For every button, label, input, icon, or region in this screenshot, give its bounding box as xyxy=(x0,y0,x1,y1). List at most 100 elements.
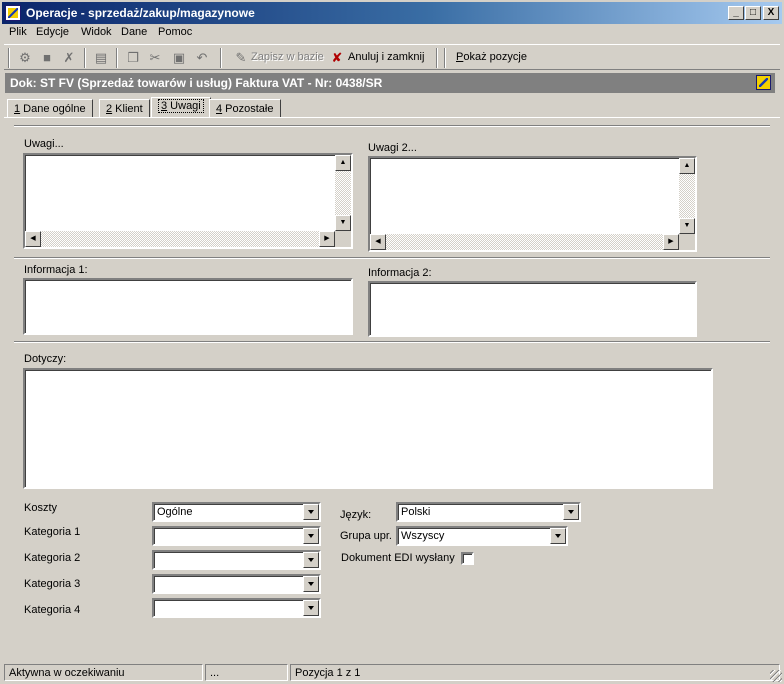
tab-dane-ogolne[interactable]: 1 Dane ogólne xyxy=(7,99,93,118)
divider xyxy=(14,125,770,127)
tab-label: Uwagi xyxy=(167,100,201,112)
dropdown-arrow-icon[interactable] xyxy=(303,528,319,544)
tab-uwagi[interactable]: 3 Uwagi xyxy=(151,97,211,118)
kategoria1-label: Kategoria 1 xyxy=(24,526,81,538)
menu-edycje[interactable]: Edycje xyxy=(36,26,69,38)
toolbar: ⚙ ■ ✗ ▤ ❐ ✂ ▣ ↶ ✎ Zapisz w bazie ✘ Anulu… xyxy=(4,44,780,70)
properties-icon[interactable]: ▤ xyxy=(92,49,110,67)
menu-dane[interactable]: Dane xyxy=(121,26,147,38)
tab-border xyxy=(4,117,780,118)
delete-icon[interactable]: ✗ xyxy=(60,49,78,67)
status-middle: ... xyxy=(205,664,288,681)
menu-pomoc[interactable]: Pomoc xyxy=(158,26,192,38)
scroll-down-icon[interactable]: ▼ xyxy=(679,218,695,234)
toolbar-separator xyxy=(84,48,86,68)
scroll-right-icon[interactable]: ▶ xyxy=(663,234,679,250)
info1-textarea[interactable] xyxy=(23,278,353,335)
info2-textarea[interactable] xyxy=(368,281,697,337)
tab-pozostale[interactable]: 4 Pozostałe xyxy=(209,99,281,118)
tab-klient[interactable]: 2 Klient xyxy=(99,99,150,118)
info2-label: Informacja 2: xyxy=(368,267,432,279)
scroll-up-icon[interactable]: ▲ xyxy=(335,155,351,171)
paste-icon[interactable]: ▣ xyxy=(170,49,188,67)
uwagi-textarea[interactable]: ▲ ▼ ◀ ▶ xyxy=(23,153,353,249)
scroll-left-icon[interactable]: ◀ xyxy=(25,231,41,247)
scroll-left-icon[interactable]: ◀ xyxy=(370,234,386,250)
cut-icon[interactable]: ✂ xyxy=(146,49,164,67)
minimize-button[interactable]: _ xyxy=(728,6,744,20)
toolbar-separator xyxy=(436,48,438,68)
resize-grip-icon[interactable] xyxy=(770,670,782,682)
divider xyxy=(14,341,770,343)
app-icon[interactable] xyxy=(5,5,21,21)
scroll-down-icon[interactable]: ▼ xyxy=(335,215,351,231)
document-header-text: Dok: ST FV (Sprzedaż towarów i usług) Fa… xyxy=(10,76,383,90)
dropdown-arrow-icon[interactable] xyxy=(550,528,566,544)
kategoria2-select[interactable] xyxy=(152,550,321,570)
toolbar-separator xyxy=(220,48,222,68)
grupa-value: Wszyscy xyxy=(401,530,445,542)
koszty-label: Koszty xyxy=(24,502,58,514)
uwagi2-textarea[interactable]: ▲ ▼ ◀ ▶ xyxy=(368,156,697,252)
divider xyxy=(14,257,770,259)
kategoria4-label: Kategoria 4 xyxy=(24,604,81,616)
scroll-up-icon[interactable]: ▲ xyxy=(679,158,695,174)
menu-plik[interactable]: Plik xyxy=(9,26,27,38)
toolbar-separator xyxy=(444,48,446,68)
scroll-corner xyxy=(335,231,351,247)
show-items-button[interactable]: Pokaż pozycje xyxy=(456,51,527,63)
dropdown-arrow-icon[interactable] xyxy=(303,576,319,592)
jezyk-select[interactable]: Polski xyxy=(396,502,581,522)
pen-icon: ✎ xyxy=(235,50,247,65)
koszty-select[interactable]: Ogólne xyxy=(152,502,321,522)
toolbar-separator xyxy=(8,48,10,68)
menu-widok[interactable]: Widok xyxy=(81,26,112,38)
vertical-scrollbar[interactable]: ▲ ▼ xyxy=(679,158,695,234)
tab-label: Klient xyxy=(112,103,143,115)
title-bar[interactable]: Operacje - sprzedaż/zakup/magazynowe _ □… xyxy=(2,2,782,24)
save-icon[interactable]: ■ xyxy=(38,49,56,67)
uwagi-label: Uwagi... xyxy=(24,138,64,150)
tab-label: Dane ogólne xyxy=(20,103,86,115)
edi-checkbox[interactable] xyxy=(461,552,474,565)
status-state: Aktywna w oczekiwaniu xyxy=(4,664,203,681)
horizontal-scrollbar[interactable]: ◀ ▶ xyxy=(25,231,335,247)
maximize-button[interactable]: □ xyxy=(745,6,761,20)
document-icon[interactable] xyxy=(756,75,771,90)
dropdown-arrow-icon[interactable] xyxy=(303,504,319,520)
info1-label: Informacja 1: xyxy=(24,264,88,276)
kategoria4-select[interactable] xyxy=(152,598,321,618)
uwagi2-label: Uwagi 2... xyxy=(368,142,417,154)
scroll-right-icon[interactable]: ▶ xyxy=(319,231,335,247)
kategoria1-select[interactable] xyxy=(152,526,321,546)
cancel-close-button[interactable]: Anuluj i zamknij xyxy=(348,51,424,63)
edi-label: Dokument EDI wysłany xyxy=(341,552,455,564)
dotyczy-label: Dotyczy: xyxy=(24,353,67,365)
undo-icon[interactable]: ↶ xyxy=(193,49,211,67)
grupa-select[interactable]: Wszyscy xyxy=(396,526,568,546)
kategoria2-label: Kategoria 2 xyxy=(24,552,81,564)
show-items-label: okaż pozycje xyxy=(463,51,527,63)
jezyk-value: Polski xyxy=(401,506,431,518)
dotyczy-textarea[interactable] xyxy=(23,368,713,489)
menu-bar: Plik Edycje Widok Dane Pomoc xyxy=(2,24,782,42)
settings-icon[interactable]: ⚙ xyxy=(16,49,34,67)
toolbar-separator xyxy=(116,48,118,68)
dropdown-arrow-icon[interactable] xyxy=(303,600,319,616)
cancel-icon: ✘ xyxy=(331,50,343,65)
close-button[interactable]: X xyxy=(763,6,779,20)
document-header: Dok: ST FV (Sprzedaż towarów i usług) Fa… xyxy=(5,73,775,93)
grupa-label: Grupa upr. xyxy=(340,530,392,542)
copy-icon[interactable]: ❐ xyxy=(124,49,142,67)
status-position: Pozycja 1 z 1 xyxy=(290,664,780,681)
jezyk-label: Język: xyxy=(340,509,372,521)
kategoria3-select[interactable] xyxy=(152,574,321,594)
scroll-corner xyxy=(679,234,695,250)
tab-label: Pozostałe xyxy=(222,103,274,115)
kategoria3-label: Kategoria 3 xyxy=(24,578,81,590)
dropdown-arrow-icon[interactable] xyxy=(563,504,579,520)
vertical-scrollbar[interactable]: ▲ ▼ xyxy=(335,155,351,231)
horizontal-scrollbar[interactable]: ◀ ▶ xyxy=(370,234,679,250)
dropdown-arrow-icon[interactable] xyxy=(303,552,319,568)
save-to-db-button[interactable]: Zapisz w bazie xyxy=(251,51,324,63)
